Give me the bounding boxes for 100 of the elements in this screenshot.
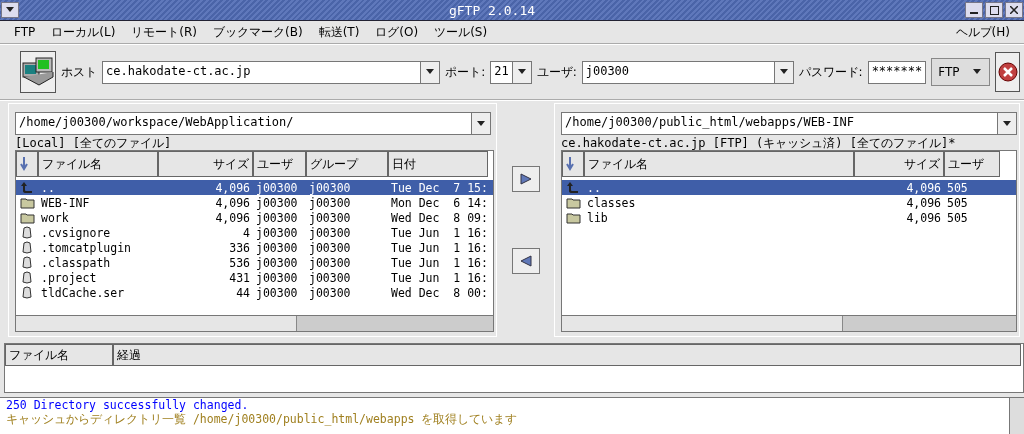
file-icon: [21, 271, 33, 284]
table-cell-text: lib: [586, 210, 609, 225]
up-arrow-icon: [566, 181, 580, 194]
download-button[interactable]: [511, 248, 540, 274]
table-cell-text: 4,096: [214, 210, 251, 225]
menu-item[interactable]: 転送(T): [310, 23, 368, 41]
menu-item[interactable]: FTP: [6, 25, 44, 39]
user-field[interactable]: j00300: [581, 60, 794, 84]
table-cell-text: 4,096: [905, 210, 942, 225]
table-cell-text: j00300: [308, 210, 352, 225]
password-field[interactable]: *******: [867, 60, 927, 84]
table-cell-text: Wed Dec 8 09:: [390, 210, 488, 225]
menu-item[interactable]: ログ(O): [367, 23, 427, 41]
menu-item[interactable]: ツール(S): [426, 23, 496, 41]
table-cell-text: j00300: [255, 210, 299, 225]
table-cell-text: 4,096: [905, 180, 942, 195]
up-arrow-icon: [20, 181, 34, 194]
window-menu-button[interactable]: [1, 2, 19, 18]
table-cell-text: .project: [40, 270, 98, 285]
table-cell-text: ..: [586, 180, 602, 195]
file-row[interactable]: .cvsignore 4 j00300 j00300 Tue Jun 1 16:: [16, 225, 494, 240]
file-row[interactable]: .. 4,096 j00300 j00300 Tue Dec 7 15:: [16, 180, 494, 195]
table-cell-text: j00300: [308, 255, 352, 270]
path-field[interactable]: /home/j00300/workspace/WebApplication/: [15, 112, 491, 135]
sort-header[interactable]: [562, 151, 584, 177]
table-cell-text: ..: [40, 180, 56, 195]
column-header[interactable]: グループ: [306, 151, 388, 177]
window-title: gFTP 2.0.14: [447, 2, 537, 18]
caret-icon: [426, 69, 435, 75]
host-field[interactable]: ce.hakodate-ct.ac.jp: [102, 60, 441, 84]
path-field[interactable]: /home/j00300/public_html/webapps/WEB-INF: [561, 112, 1017, 135]
menu-item[interactable]: ローカル(L): [43, 23, 124, 41]
right-arrow-icon: [519, 173, 532, 185]
minimize-button[interactable]: [965, 2, 983, 18]
protocol-dropdown[interactable]: FTP: [931, 58, 991, 86]
log-line: 250 Directory successfully changed.: [6, 398, 250, 412]
table-cell-text: WEB-INF: [40, 195, 91, 210]
file-row[interactable]: .. 4,096 505: [562, 180, 1016, 195]
file-row[interactable]: .classpath 536 j00300 j00300 Tue Jun 1 16:: [16, 255, 494, 270]
upload-button[interactable]: [511, 166, 540, 192]
file-row[interactable]: work 4,096 j00300 j00300 Wed Dec 8 09:: [16, 210, 494, 225]
file-icon: [21, 256, 33, 269]
table-cell-text: 4,096: [905, 195, 942, 210]
column-header[interactable]: ユーザ: [253, 151, 306, 177]
table-cell-text: 4: [242, 225, 251, 240]
table-cell-text: j00300: [308, 240, 352, 255]
port-field[interactable]: 21: [490, 60, 532, 84]
vertical-scrollbar[interactable]: [1009, 398, 1024, 434]
column-header[interactable]: 日付: [388, 151, 488, 177]
file-row[interactable]: WEB-INF 4,096 j00300 j00300 Mon Dec 6 14:: [16, 195, 494, 210]
table-cell-text: .tomcatplugin: [40, 240, 132, 255]
user-label: ユーザ:: [536, 63, 577, 81]
table-cell-text: j00300: [308, 195, 352, 210]
table-cell-text: 4,096: [214, 180, 251, 195]
table-cell-text: Mon Dec 6 14:: [390, 195, 488, 210]
caret-icon: [779, 69, 788, 75]
file-row[interactable]: .project 431 j00300 j00300 Tue Jun 1 16:: [16, 270, 494, 285]
file-icon: [21, 286, 33, 299]
menu-item[interactable]: ヘルプ(H): [947, 23, 1018, 41]
panel-status: [Local] [全てのファイル]: [15, 135, 173, 150]
table-cell-text: 4,096: [214, 195, 251, 210]
menu-item[interactable]: ブックマーク(B): [205, 23, 311, 41]
table-cell-text: 431: [228, 270, 251, 285]
table-cell-text: Tue Dec 7 15:: [390, 180, 488, 195]
table-cell-text: Tue Jun 1 16:: [390, 270, 488, 285]
menu-item[interactable]: リモート(R): [123, 23, 206, 41]
close-button[interactable]: [1005, 2, 1023, 18]
column-header[interactable]: ファイル名: [5, 344, 113, 366]
table-cell-text: j00300: [308, 180, 352, 195]
connect-button[interactable]: [20, 51, 56, 93]
column-header[interactable]: ユーザ: [944, 151, 1000, 177]
horizontal-scrollbar[interactable]: [16, 315, 494, 331]
table-cell-text: tldCache.ser: [40, 285, 126, 300]
table-cell-text: Tue Jun 1 16:: [390, 255, 488, 270]
file-row[interactable]: .tomcatplugin 336 j00300 j00300 Tue Jun 1 16:: [16, 240, 494, 255]
table-cell-text: .cvsignore: [40, 225, 112, 240]
column-header[interactable]: ファイル名: [584, 151, 854, 177]
column-header[interactable]: サイズ: [158, 151, 253, 177]
file-row[interactable]: lib 4,096 505: [562, 210, 1016, 225]
left-arrow-icon: [519, 255, 532, 267]
port-label: ポート:: [445, 63, 486, 81]
table-cell-text: 505: [946, 195, 969, 210]
table-cell-text: work: [40, 210, 70, 225]
table-cell-text: j00300: [255, 180, 299, 195]
column-header[interactable]: ファイル名: [38, 151, 158, 177]
table-cell-text: 536: [228, 255, 251, 270]
file-row[interactable]: classes 4,096 505: [562, 195, 1016, 210]
disconnect-button[interactable]: [995, 52, 1020, 92]
table-cell-text: j00300: [255, 225, 299, 240]
maximize-button[interactable]: [985, 2, 1003, 18]
column-header[interactable]: 経過: [113, 344, 1021, 366]
file-row[interactable]: tldCache.ser 44 j00300 j00300 Wed Dec 8 00:: [16, 285, 494, 300]
column-header[interactable]: サイズ: [854, 151, 944, 177]
table-cell-text: classes: [586, 195, 637, 210]
table-cell-text: 336: [228, 240, 251, 255]
caret-icon: [517, 69, 526, 75]
table-cell-text: j00300: [308, 270, 352, 285]
table-cell-text: Tue Jun 1 16:: [390, 240, 488, 255]
horizontal-scrollbar[interactable]: [562, 315, 1016, 331]
sort-header[interactable]: [16, 151, 38, 177]
